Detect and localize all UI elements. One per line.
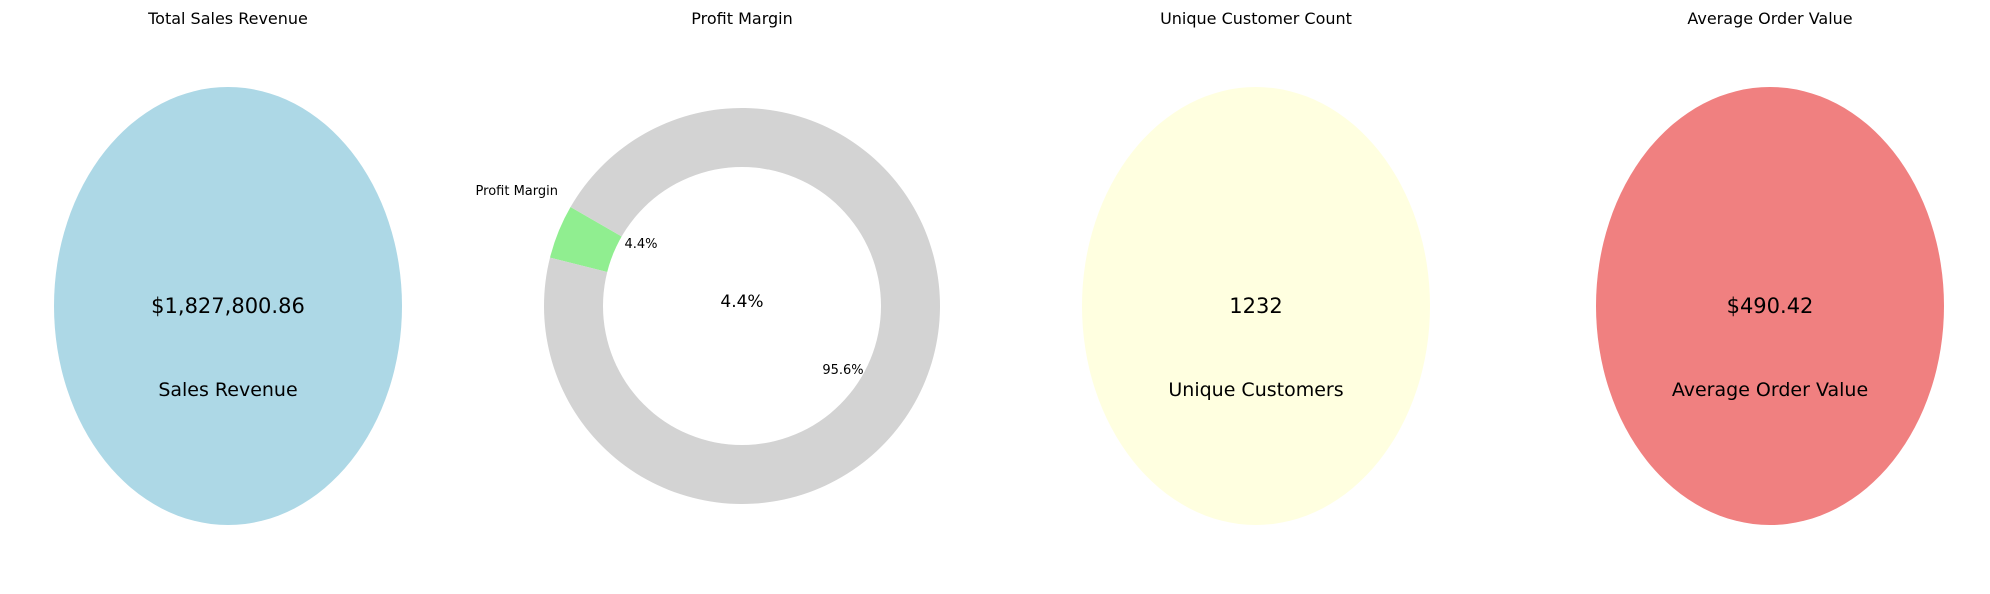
chart-title: Average Order Value <box>1687 9 1852 28</box>
panel-total-sales-revenue: Total Sales Revenue $1,827,800.86 Sales … <box>54 9 402 525</box>
kpi-value: $490.42 <box>1727 294 1814 318</box>
kpi-value: 1232 <box>1229 294 1282 318</box>
donut-center-text: 4.4% <box>720 292 763 312</box>
panel-unique-customer-count: Unique Customer Count 1232 Unique Custom… <box>1082 9 1430 525</box>
slice-pct-label: 4.4% <box>624 237 657 252</box>
chart-title: Profit Margin <box>691 9 792 28</box>
panel-average-order-value: Average Order Value $490.42 Average Orde… <box>1596 9 1944 525</box>
kpi-dashboard: Total Sales Revenue $1,827,800.86 Sales … <box>54 9 1944 525</box>
slice-pct-label: 95.6% <box>822 363 863 378</box>
kpi-caption: Sales Revenue <box>158 379 297 401</box>
kpi-value: $1,827,800.86 <box>151 294 305 318</box>
chart-title: Total Sales Revenue <box>147 9 308 28</box>
chart-title: Unique Customer Count <box>1160 9 1352 28</box>
kpi-caption: Average Order Value <box>1672 379 1868 401</box>
kpi-caption: Unique Customers <box>1168 379 1343 401</box>
panel-profit-margin: Profit Margin Profit Margin 4.4% 95.6% 4… <box>476 9 940 505</box>
slice-label: Profit Margin <box>476 184 558 199</box>
